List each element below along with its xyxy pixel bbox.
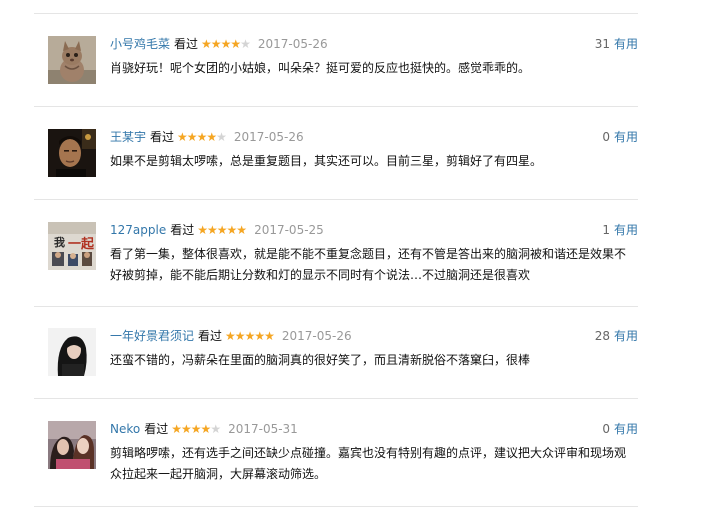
star-filled-icon: ★ [226, 223, 238, 237]
divider [34, 13, 638, 14]
vote-count: 31 [594, 37, 610, 51]
useful-button[interactable]: 有用 [614, 329, 638, 343]
comment-meta: 王某宇 看过 ★★★★★ 2017-05-26 [110, 129, 304, 145]
divider [34, 106, 638, 107]
useful-button[interactable]: 有用 [614, 37, 638, 51]
star-filled-icon: ★ [216, 223, 228, 237]
divider [34, 398, 638, 399]
star-rating: ★★★★★ [225, 328, 275, 344]
star-filled-icon: ★ [210, 37, 222, 51]
star-filled-icon: ★ [200, 422, 212, 436]
star-filled-icon: ★ [236, 223, 247, 237]
star-empty-icon: ★ [240, 37, 251, 51]
star-filled-icon: ★ [207, 223, 218, 237]
star-filled-icon: ★ [177, 130, 188, 144]
star-filled-icon: ★ [225, 329, 236, 343]
divider [34, 506, 638, 507]
comment-date: 2017-05-31 [228, 422, 298, 436]
star-filled-icon: ★ [244, 329, 256, 343]
username-link[interactable]: 小号鸡毛菜 [110, 37, 170, 51]
star-filled-icon: ★ [190, 422, 202, 436]
star-empty-icon: ★ [216, 130, 227, 144]
star-empty-icon: ★ [210, 422, 221, 436]
star-filled-icon: ★ [201, 37, 212, 51]
comment-text: 如果不是剪辑太啰嗦，总是重复题目，其实还可以。目前三星，剪辑好了有四星。 [110, 154, 543, 168]
star-filled-icon: ★ [230, 37, 241, 51]
comment-text: 肖骁好玩！呢个女团的小姑娘，叫朵朵？挺可爱的反应也挺快的。感觉乖乖的。 [110, 61, 531, 75]
star-filled-icon: ★ [234, 329, 246, 343]
watched-label: 看过 [144, 422, 169, 436]
watched-label: 看过 [150, 130, 175, 144]
comment-meta: 小号鸡毛菜 看过 ★★★★★ 2017-05-26 [110, 36, 328, 52]
star-filled-icon: ★ [220, 37, 232, 51]
useful-button[interactable]: 有用 [614, 223, 638, 237]
divider [34, 306, 638, 307]
star-rating: ★★★★★ [177, 129, 227, 145]
useful-button[interactable]: 有用 [614, 130, 638, 144]
vote-area: 1 有用 [602, 222, 638, 238]
star-filled-icon: ★ [254, 329, 265, 343]
comment-text: 看了第一集，整体很喜欢，就是能不能不重复念题目，还有不管是答出来的脑洞被和谐还是… [110, 247, 627, 282]
star-rating: ★★★★★ [197, 222, 247, 238]
comment-date: 2017-05-26 [257, 37, 328, 51]
star-filled-icon: ★ [186, 130, 198, 144]
star-rating: ★★★★★ [171, 421, 221, 437]
comment-text: 剪辑略啰嗦，还有选手之间还缺少点碰撞。嘉宾也没有特别有趣的点评，建议把大众评审和… [110, 446, 627, 481]
star-filled-icon: ★ [196, 130, 208, 144]
username-link[interactable]: Neko [110, 422, 140, 436]
watched-label: 看过 [170, 223, 195, 237]
watched-label: 看过 [198, 329, 223, 343]
useful-button[interactable]: 有用 [614, 422, 638, 436]
vote-area: 28 有用 [595, 328, 638, 344]
star-filled-icon: ★ [264, 329, 275, 343]
comment-meta: 一年好景君须记 看过 ★★★★★ 2017-05-26 [110, 328, 352, 344]
vote-area: 0 有用 [602, 421, 638, 437]
vote-area: 31 有用 [595, 36, 638, 52]
comment-date: 2017-05-26 [281, 329, 352, 343]
man-avatar[interactable] [48, 129, 96, 177]
svg-text:一起: 一起 [68, 236, 95, 251]
username-link[interactable]: 一年好景君须记 [110, 329, 194, 343]
vote-area: 0 有用 [602, 129, 638, 145]
username-link[interactable]: 127apple [110, 223, 166, 237]
star-filled-icon: ★ [206, 130, 217, 144]
star-filled-icon: ★ [181, 422, 192, 436]
divider [34, 199, 638, 200]
star-rating: ★★★★★ [201, 36, 251, 52]
cat-avatar[interactable] [48, 36, 96, 84]
username-link[interactable]: 王某宇 [110, 130, 146, 144]
vote-count: 0 [602, 130, 610, 144]
vote-count: 1 [602, 223, 610, 237]
vote-count: 0 [602, 422, 610, 436]
short-comments-list: 小号鸡毛菜 看过 ★★★★★ 2017-05-26 31 有用 肖骁好玩！呢个女团的小姑… [0, 0, 706, 509]
star-filled-icon: ★ [171, 422, 182, 436]
comment-text: 还蛮不错的，冯薪朵在里面的脑洞真的很好笑了，而且清新脱俗不落窠臼，很棒 [110, 353, 531, 367]
star-filled-icon: ★ [197, 223, 208, 237]
poster-avatar[interactable]: 我 一起 [48, 222, 96, 270]
comment-meta: Neko 看过 ★★★★★ 2017-05-31 [110, 421, 298, 437]
vote-count: 28 [594, 329, 610, 343]
couple-avatar[interactable] [48, 421, 96, 469]
watched-label: 看过 [174, 37, 199, 51]
comment-date: 2017-05-26 [233, 130, 304, 144]
svg-text:我: 我 [54, 235, 65, 249]
woman-avatar[interactable] [48, 328, 96, 376]
comment-date: 2017-05-25 [254, 223, 324, 237]
comment-meta: 127apple 看过 ★★★★★ 2017-05-25 [110, 222, 324, 238]
